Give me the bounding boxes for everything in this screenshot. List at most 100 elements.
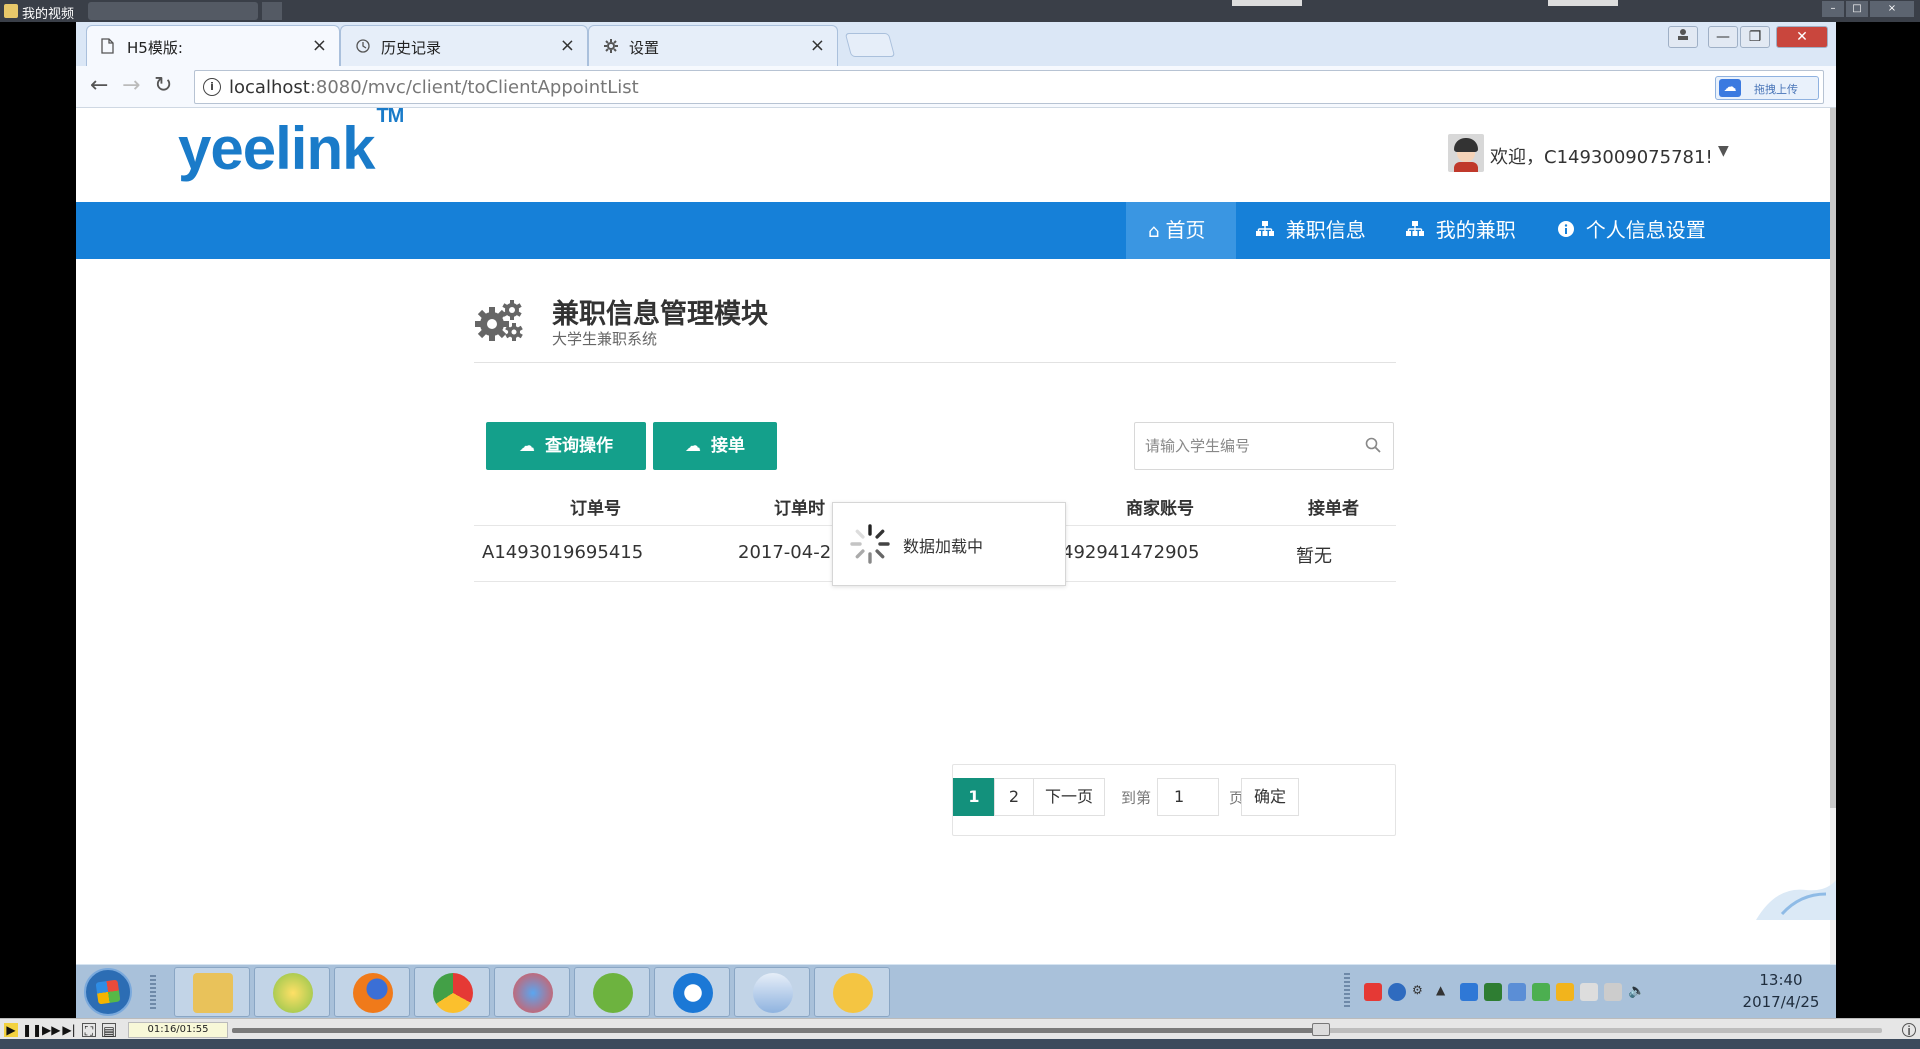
music-player-taskbar-button[interactable] — [254, 967, 330, 1017]
ie-taskbar-button[interactable] — [654, 967, 730, 1017]
music-icon — [273, 973, 313, 1013]
firefox-taskbar-button[interactable] — [334, 967, 410, 1017]
windows-logo-icon — [95, 979, 121, 1005]
page-title: 兼职信息管理模块 — [552, 299, 768, 330]
column-header: 订单号 — [570, 499, 621, 519]
seek-bar[interactable] — [232, 1028, 1882, 1033]
clock-time: 13:40 — [1759, 971, 1803, 989]
close-icon[interactable]: × — [810, 35, 825, 56]
confirm-button[interactable]: 确定 — [1241, 778, 1299, 816]
tab-settings[interactable]: 设置 × — [588, 25, 838, 66]
nvidia-icon[interactable] — [1484, 983, 1502, 1001]
page-button-1[interactable]: 1 — [953, 778, 995, 816]
display-icon[interactable] — [1508, 983, 1526, 1001]
cloud-icon: ☁ — [1719, 79, 1741, 97]
chrome-icon — [433, 973, 473, 1013]
background-tab — [88, 2, 258, 20]
order-number-cell: A1493019695415 — [482, 542, 644, 563]
nav-jobs[interactable]: 兼职信息 — [1256, 202, 1366, 259]
query-button[interactable]: ☁ 查询操作 — [486, 422, 646, 470]
volume-icon[interactable]: 🔈 — [1628, 983, 1646, 1001]
player-close-button[interactable]: × — [1870, 1, 1914, 17]
window-close-button[interactable]: ✕ — [1776, 26, 1828, 48]
close-icon[interactable]: × — [312, 35, 327, 56]
close-icon[interactable]: × — [560, 35, 575, 56]
play-icon[interactable]: ▶ — [4, 1023, 18, 1037]
nav-home[interactable]: ⌂ 首页 — [1126, 202, 1236, 259]
start-button[interactable] — [84, 968, 132, 1016]
column-header: 接单者 — [1308, 499, 1359, 519]
background-indicator — [1548, 0, 1618, 6]
player-title-bar: 我的视频 – □ × — [0, 0, 1920, 22]
network-taskbar-button[interactable] — [494, 967, 570, 1017]
fullscreen-icon[interactable]: ⛶ — [82, 1023, 96, 1038]
accept-order-button[interactable]: ☁ 接单 — [653, 422, 777, 470]
chrome-taskbar-button[interactable] — [414, 967, 490, 1017]
restore-button[interactable]: ❐ — [1740, 26, 1770, 48]
player-controls: ▶ ❚❚ ▶▶ ▶| ⛶ ▤ 01:16/01:55 i — [0, 1018, 1920, 1049]
search-input[interactable] — [1145, 433, 1345, 459]
player-minimize-button[interactable]: – — [1822, 1, 1844, 17]
windows-taskbar: ⚙ ▲ 🔈 13:40 2017/4/25 — [76, 964, 1836, 1018]
page-button-2[interactable]: 2 — [994, 778, 1034, 816]
leaf-icon — [593, 973, 633, 1013]
back-icon[interactable]: ← — [90, 74, 108, 98]
page-scrollbar[interactable] — [1830, 108, 1836, 966]
goto-page-input[interactable]: 1 — [1157, 778, 1219, 816]
seek-handle[interactable] — [1312, 1023, 1330, 1036]
settings-icon[interactable]: ▤ — [102, 1023, 116, 1038]
shield-icon[interactable] — [1460, 983, 1478, 1001]
site-logo[interactable]: yeelink TM — [178, 108, 404, 183]
upload-extension-button[interactable]: ☁ 拖拽上传 — [1715, 76, 1819, 100]
address-bar[interactable]: i localhost:8080/mvc/client/toClientAppo… — [194, 70, 1824, 104]
web-page: yeelink TM 欢迎，C1493009075781! ▼ ⌂ 首页 兼职信息 … — [76, 108, 1836, 966]
nav-my-jobs[interactable]: 我的兼职 — [1406, 202, 1516, 259]
player-maximize-button[interactable]: □ — [1846, 1, 1868, 17]
search-icon[interactable] — [1365, 437, 1381, 453]
next-frame-icon[interactable]: ▶| — [62, 1023, 76, 1037]
input-method-icon[interactable] — [1364, 983, 1382, 1001]
forward-icon[interactable]: → — [122, 74, 140, 98]
help-icon[interactable] — [1388, 983, 1406, 1001]
spring-taskbar-button[interactable] — [574, 967, 650, 1017]
network-icon[interactable] — [1604, 983, 1622, 1001]
fast-forward-icon[interactable]: ▶▶ — [42, 1023, 60, 1037]
security-icon[interactable] — [1532, 983, 1550, 1001]
profile-button[interactable] — [1668, 26, 1698, 48]
info-icon[interactable]: i — [1902, 1023, 1916, 1038]
pause-icon[interactable]: ❚❚ — [22, 1023, 42, 1037]
explorer-taskbar-button[interactable] — [174, 967, 250, 1017]
cloud-upload-icon: ☁ — [685, 436, 701, 455]
nav-profile-settings[interactable]: 个人信息设置 — [1558, 202, 1706, 259]
main-navbar: ⌂ 首页 兼职信息 我的兼职 个人信息设置 — [76, 202, 1830, 259]
pagination: 1 2 下一页 到第 1 页 确定 — [952, 764, 1396, 836]
background-indicator — [1232, 0, 1302, 6]
flag-icon[interactable] — [1580, 983, 1598, 1001]
system-clock[interactable]: 13:40 2017/4/25 — [1726, 969, 1836, 1013]
tab-history[interactable]: 历史记录 × — [340, 25, 588, 66]
home-icon: ⌂ — [1148, 221, 1160, 242]
player-app-icon — [4, 4, 18, 18]
info-icon[interactable]: i — [203, 78, 221, 96]
new-tab-button[interactable] — [844, 33, 896, 57]
user-icon — [753, 973, 793, 1013]
loading-dialog: 数据加载中 — [832, 502, 1066, 586]
history-icon — [355, 38, 370, 54]
browser-toolbar: ← → ↻ i localhost:8080/mvc/client/toClie… — [76, 66, 1836, 108]
column-header: 商家账号 — [1126, 499, 1194, 519]
chat-taskbar-button[interactable] — [814, 967, 890, 1017]
welcome-text: 欢迎，C1493009075781! — [1490, 147, 1713, 168]
student-search — [1134, 422, 1394, 470]
qq-taskbar-button[interactable] — [734, 967, 810, 1017]
minimize-button[interactable]: — — [1708, 26, 1738, 48]
background-tab — [262, 2, 282, 20]
tab-h5[interactable]: H5模版: × — [86, 25, 340, 66]
ime-settings-icon[interactable]: ⚙ — [1412, 983, 1430, 1001]
show-hidden-icons[interactable]: ▲ — [1436, 983, 1454, 1001]
divider — [474, 362, 1396, 363]
next-page-button[interactable]: 下一页 — [1033, 778, 1105, 816]
reload-icon[interactable]: ↻ — [154, 74, 172, 98]
folder-sync-icon[interactable] — [1556, 983, 1574, 1001]
firefox-icon — [353, 973, 393, 1013]
column-header: 订单时 — [774, 499, 825, 519]
